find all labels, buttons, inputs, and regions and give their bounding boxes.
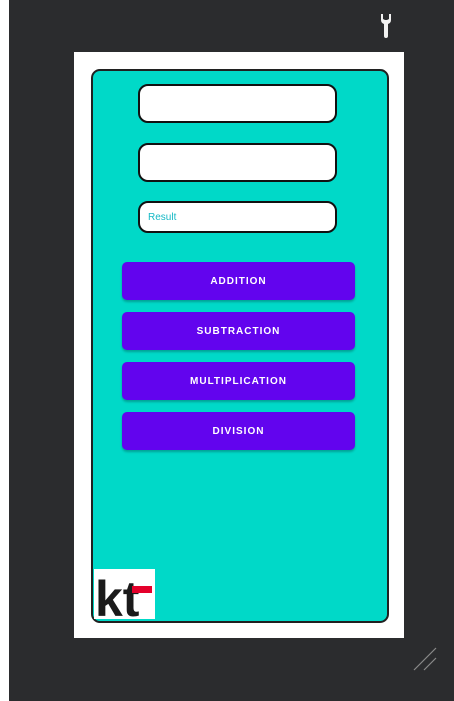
first-number-input[interactable]: [140, 86, 335, 121]
multiplication-button[interactable]: MULTIPLICATION: [122, 362, 355, 400]
wrench-icon[interactable]: [379, 14, 393, 38]
result-input[interactable]: [140, 203, 335, 231]
second-number-input[interactable]: [140, 145, 335, 180]
kt-logo-mark: kt: [94, 569, 155, 619]
division-button[interactable]: DIVISION: [122, 412, 355, 450]
second-number-field[interactable]: [138, 143, 337, 182]
addition-button[interactable]: ADDITION: [122, 262, 355, 300]
kt-logo: kt: [94, 569, 155, 619]
subtraction-button[interactable]: SUBTRACTION: [122, 312, 355, 350]
svg-text:kt: kt: [95, 571, 140, 619]
resize-grip-icon[interactable]: [412, 646, 438, 672]
result-field[interactable]: [138, 201, 337, 233]
first-number-field[interactable]: [138, 84, 337, 123]
